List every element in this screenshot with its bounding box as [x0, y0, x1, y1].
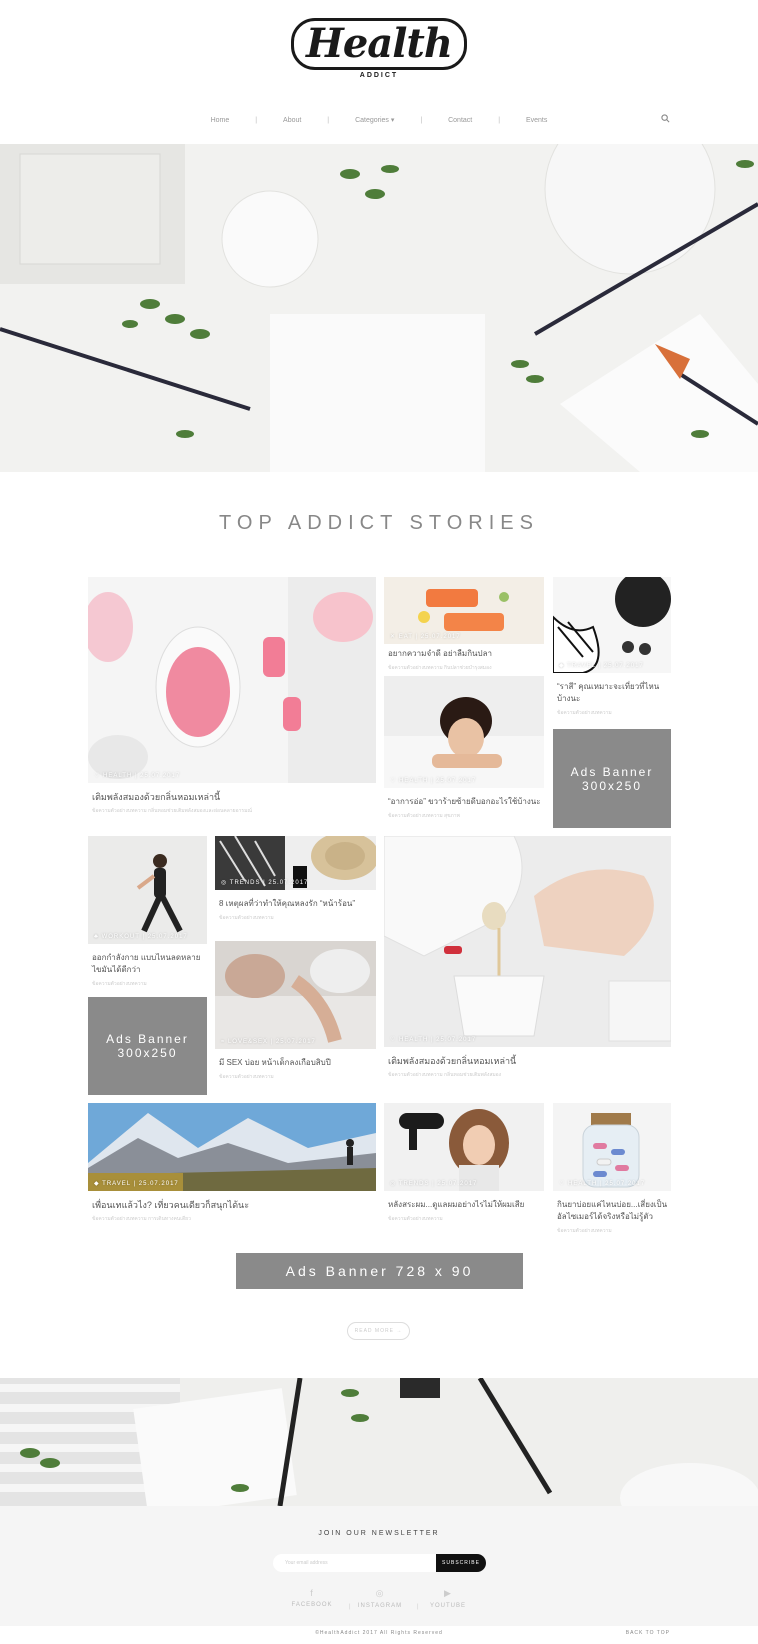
story-card[interactable]: ◎ TRENDS | 25.07.2017 หลังสระผม...ดูแลผม…	[384, 1103, 544, 1223]
newsletter-email-input[interactable]: Your email address	[273, 1554, 437, 1572]
story-title[interactable]: “อาการอ่อ” ขวาร้ายซ้ายดีบอกอะไรใช้บ้างนะ	[384, 796, 544, 808]
story-card[interactable]: ◆ TRAVEL | 25.07.2017 เพื่อนเทแล้วไง? เท…	[88, 1103, 376, 1223]
story-excerpt: ข้อความตัวอย่างบทความ	[388, 1216, 443, 1222]
main-nav: Home | About | Categories ▾ | Contact | …	[0, 116, 758, 124]
social-link-youtube[interactable]: ▶ YOUTUBE	[418, 1588, 478, 1609]
story-card[interactable]: ◎ TRENDS | 25.07.2017 8 เหตุผลที่ว่าทำให…	[215, 836, 376, 922]
nav-item-contact[interactable]: Contact	[448, 117, 472, 124]
story-card[interactable]: ✕ EAT | 25.07.2017 อยากความจำดี อย่าลืมก…	[384, 577, 544, 672]
story-excerpt: ข้อความตัวอย่างบทความ	[92, 981, 147, 987]
story-thumbnail[interactable]: ♡ HEALTH | 25.07.2017	[384, 836, 671, 1047]
story-meta: ♣ WORKOUT | 25.07.2017	[94, 934, 188, 940]
story-thumbnail[interactable]: ♡ HEALTH | 25.07.2017	[553, 1103, 671, 1191]
story-meta: ♡ HEALTH | 25.07.2017	[559, 1181, 646, 1187]
story-title[interactable]: หลังสระผม...ดูแลผมอย่างไรไม่ให้ผมเสีย	[384, 1199, 544, 1211]
subscribe-button[interactable]: SUBSCRIBE	[436, 1554, 486, 1572]
site-header: Health ADDICT Home | About | Categories …	[0, 0, 758, 144]
story-excerpt: ข้อความตัวอย่างบทความ	[219, 1074, 274, 1080]
ad-banner-728x90[interactable]: Ads Banner 728 x 90	[236, 1253, 523, 1289]
nav-item-categories[interactable]: Categories ▾	[355, 116, 394, 124]
ad-label: Ads Banner 728 x 90	[285, 1263, 474, 1279]
instagram-icon: ◎	[375, 1588, 385, 1598]
social-label: INSTAGRAM	[357, 1603, 403, 1609]
social-link-instagram[interactable]: ◎ INSTAGRAM	[350, 1588, 410, 1609]
story-thumbnail[interactable]: ◎ TRENDS | 25.07.2017	[215, 836, 376, 890]
search-icon[interactable]	[661, 114, 670, 123]
story-excerpt: ข้อความตัวอย่างบทความ สุขภาพ	[388, 813, 460, 819]
story-excerpt: ข้อความตัวอย่างบทความ การเดินทางคนเดียว	[92, 1216, 191, 1222]
story-card[interactable]: ♡ HEALTH | 25.07.2017 กินยาบ่อยแค่ไหนบ่อ…	[553, 1103, 671, 1235]
story-meta: ≈ LOVE&SEX | 25.07.2017	[221, 1039, 316, 1045]
story-meta: ♡ HEALTH | 25.07.2017	[94, 773, 181, 779]
ad-size: 300x250	[581, 778, 643, 793]
social-label: YOUTUBE	[429, 1603, 466, 1609]
story-card[interactable]: ♡ HEALTH | 25.07.2017 “อาการอ่อ” ขวาร้าย…	[384, 676, 544, 820]
youtube-icon: ▶	[444, 1588, 452, 1598]
story-excerpt: ข้อความตัวอย่างบทความ	[557, 710, 612, 716]
story-thumbnail[interactable]: ♣ WORKOUT | 25.07.2017	[88, 836, 207, 944]
story-thumbnail[interactable]: ≈ LOVE&SEX | 25.07.2017	[215, 941, 376, 1049]
story-meta: ◆ TRAVEL | 25.07.2017	[94, 1181, 179, 1187]
story-card[interactable]: ♡ HEALTH | 25.07.2017 เติมพลังสมองด้วยกล…	[384, 836, 671, 1079]
story-meta: ♡ HEALTH | 25.07.2017	[390, 778, 477, 784]
nav-item-home[interactable]: Home	[211, 117, 230, 124]
story-excerpt: ข้อความตัวอย่างบทความ	[557, 1228, 612, 1234]
story-excerpt: ข้อความตัวอย่างบทความ	[219, 915, 274, 921]
story-thumbnail[interactable]: ◎ TRENDS | 25.07.2017	[384, 1103, 544, 1191]
footer-image	[0, 1378, 758, 1506]
section-title: TOP ADDICT STORIES	[219, 512, 539, 534]
ad-label: Ads Banner	[570, 764, 654, 779]
story-title[interactable]: 8 เหตุผลที่ว่าทำให้คุณหลงรัก “หน้าร้อน”	[215, 898, 376, 910]
nav-separator: |	[498, 117, 501, 124]
ad-label: Ads Banner	[106, 1032, 189, 1046]
story-card[interactable]: ◆ TRAVEL | 25.07.2017 “ราสี” คุณเหมาะจะเ…	[553, 577, 671, 717]
nav-item-events[interactable]: Events	[526, 117, 547, 124]
read-more-button[interactable]: READ MORE →	[347, 1322, 410, 1340]
nav-separator: |	[327, 117, 330, 124]
story-excerpt: ข้อความตัวอย่างบทความ กลิ่นหอมช่วยเติมพล…	[388, 1072, 502, 1078]
story-thumbnail[interactable]: ◆ TRAVEL | 25.07.2017	[88, 1103, 376, 1191]
site-logo[interactable]: Health ADDICT	[0, 18, 758, 79]
story-meta: ✕ EAT | 25.07.2017	[390, 634, 461, 640]
ad-banner-300x250[interactable]: Ads Banner 300x250	[553, 729, 671, 828]
social-link-facebook[interactable]: f FACEBOOK	[282, 1588, 342, 1608]
newsletter-section: JOIN OUR NEWSLETTER Your email address S…	[0, 1506, 758, 1626]
nav-separator: |	[420, 117, 423, 124]
story-title[interactable]: เพื่อนเทแล้วไง? เที่ยวคนเดียวก็สนุกได้นะ	[88, 1199, 376, 1211]
story-thumbnail[interactable]: ✕ EAT | 25.07.2017	[384, 577, 544, 644]
story-thumbnail[interactable]: ◆ TRAVEL | 25.07.2017	[553, 577, 671, 673]
story-title[interactable]: เติมพลังสมองด้วยกลิ่นหอมเหล่านี้	[88, 791, 376, 803]
story-thumbnail[interactable]: ♡ HEALTH | 25.07.2017	[384, 676, 544, 788]
story-excerpt: ข้อความตัวอย่างบทความ กินปลาช่วยบำรุงสมอ…	[388, 665, 492, 671]
story-meta: ◆ TRAVEL | 25.07.2017	[559, 663, 644, 669]
nav-item-about[interactable]: About	[283, 117, 301, 124]
story-title[interactable]: อยากความจำดี อย่าลืมกินปลา	[384, 648, 544, 660]
story-excerpt: ข้อความตัวอย่างบทความ กลิ่นหอมช่วยเติมพล…	[92, 808, 253, 814]
logo-wordmark: Health	[291, 18, 467, 70]
ad-banner-300x250[interactable]: Ads Banner 300x250	[88, 997, 207, 1095]
facebook-icon: f	[310, 1588, 314, 1598]
story-title[interactable]: มี SEX บ่อย หน้าเด็กลงเกือบสิบปี	[215, 1057, 376, 1069]
story-meta: ♡ HEALTH | 25.07.2017	[390, 1037, 477, 1043]
story-title[interactable]: ออกกำลังกาย แบบไหนลดหลายไขมันได้ดีกว่า	[88, 952, 207, 976]
back-to-top-link[interactable]: BACK TO TOP	[626, 1630, 670, 1636]
hero-image	[0, 144, 758, 472]
logo-subtitle: ADDICT	[359, 72, 399, 79]
story-title[interactable]: กินยาบ่อยแค่ไหนบ่อย...เสี่ยงเป็นอัลไซเมอ…	[553, 1199, 671, 1223]
story-card[interactable]: ≈ LOVE&SEX | 25.07.2017 มี SEX บ่อย หน้า…	[215, 941, 376, 1081]
social-label: FACEBOOK	[291, 1602, 333, 1608]
story-title[interactable]: “ราสี” คุณเหมาะจะเที่ยวที่ไหนบ้างนะ	[553, 681, 671, 705]
story-card[interactable]: ♣ WORKOUT | 25.07.2017 ออกกำลังกาย แบบไห…	[88, 836, 207, 988]
story-title[interactable]: เติมพลังสมองด้วยกลิ่นหอมเหล่านี้	[384, 1055, 671, 1067]
ad-size: 300x250	[117, 1046, 178, 1060]
story-thumbnail[interactable]: ♡ HEALTH | 25.07.2017	[88, 577, 376, 783]
newsletter-title: JOIN OUR NEWSLETTER	[318, 1530, 440, 1537]
story-meta: ◎ TRENDS | 25.07.2017	[221, 880, 309, 886]
story-meta: ◎ TRENDS | 25.07.2017	[390, 1181, 478, 1187]
nav-separator: |	[255, 117, 258, 124]
story-card[interactable]: ♡ HEALTH | 25.07.2017 เติมพลังสมองด้วยกล…	[88, 577, 376, 815]
